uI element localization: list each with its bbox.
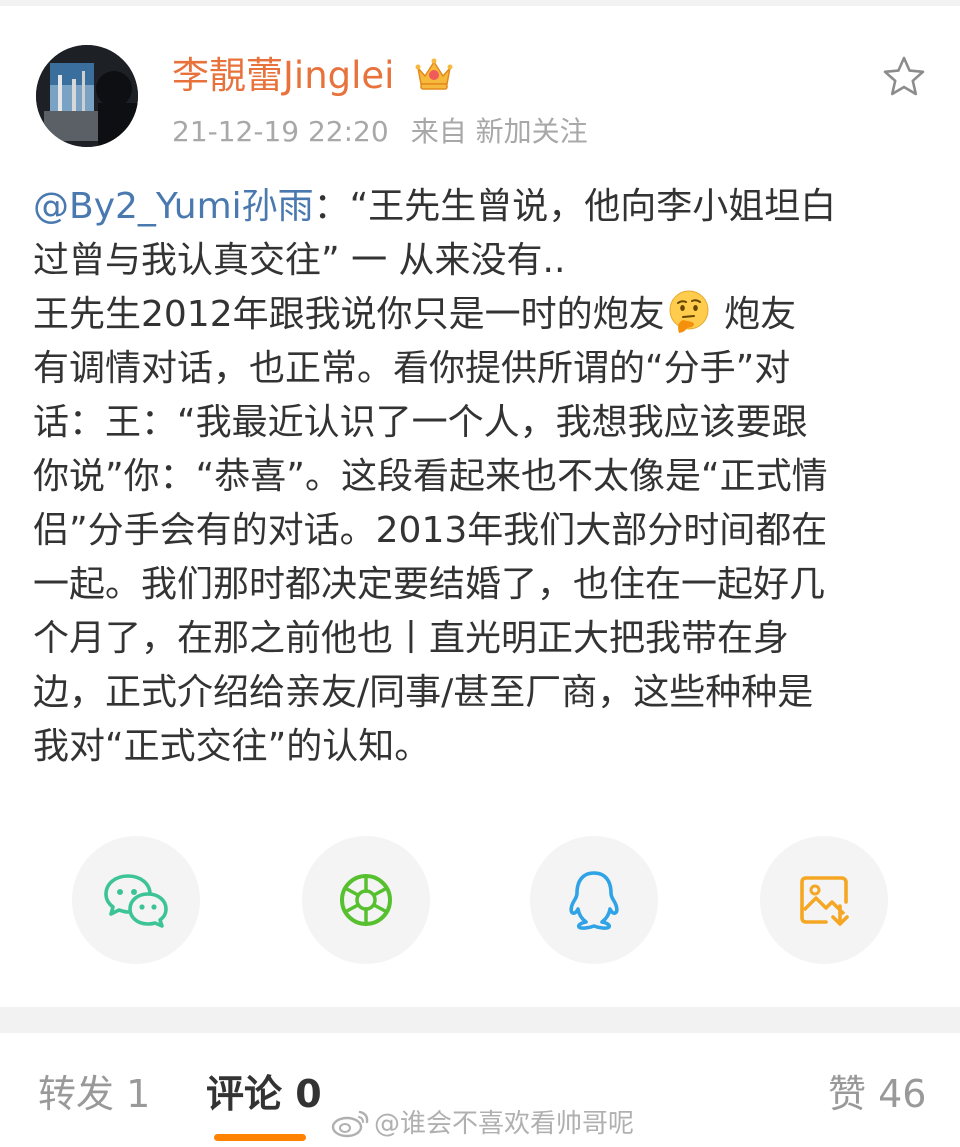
vip-crown-icon	[415, 58, 453, 90]
post-line: 过曾与我认真交往” 一 从来没有..	[33, 240, 566, 281]
weibo-logo-icon	[331, 1110, 369, 1138]
post-meta: 21-12-19 22:20 来自 新加关注	[172, 112, 610, 152]
avatar[interactable]	[36, 45, 138, 147]
save-image-icon	[800, 876, 849, 926]
post-line: 边，正式介绍给亲友/同事/甚至厂商，这些种种是	[33, 672, 814, 713]
mention-link[interactable]: @By2_Yumi孙雨	[33, 186, 314, 227]
post-line: 有调情对话，也正常。看你提供所谓的“分手”对	[33, 348, 791, 389]
wechat-icon	[104, 874, 168, 928]
favorite-star-icon[interactable]	[880, 54, 928, 100]
thinking-face-emoji-icon	[669, 290, 709, 333]
top-strip	[0, 0, 960, 6]
section-divider	[0, 1007, 960, 1033]
post-line: 个月了，在那之前他也丨直光明正大把我带在身	[33, 618, 790, 659]
qq-icon	[569, 871, 619, 930]
share-moments-button[interactable]	[302, 836, 430, 964]
share-qq-button[interactable]	[530, 836, 658, 964]
post-line: 我对“正式交往”的认知。	[33, 726, 431, 767]
avatar-image	[36, 45, 138, 147]
post-line: 一起。我们那时都决定要结婚了，也住在一起好几	[33, 564, 826, 605]
post-line: 话：王：“我最近认识了一个人，我想我应该要跟	[33, 402, 808, 443]
watermark: @谁会不喜欢看帅哥呢	[330, 1106, 634, 1142]
tab-comment[interactable]: 评论 0	[206, 1066, 322, 1122]
tab-repost[interactable]: 转发 1	[38, 1066, 150, 1122]
post-line: 你说”你：“恭喜”。这段看起来也不太像是“正式情	[33, 456, 828, 497]
post-line: 王先生2012年跟我说你只是一时的炮友 炮友	[33, 288, 933, 342]
active-tab-indicator	[214, 1134, 306, 1141]
post-text: ：“王先生曾说，他向李小姐坦白	[313, 186, 837, 227]
save-image-button[interactable]	[760, 836, 888, 964]
post-line: @By2_Yumi孙雨：“王先生曾说，他向李小姐坦白	[33, 180, 933, 234]
post-text: 炮友	[712, 294, 797, 335]
watermark-text: @谁会不喜欢看帅哥呢	[374, 1109, 635, 1139]
post-timestamp: 21-12-19 22:20	[172, 115, 389, 148]
tab-like[interactable]: 赞 46	[828, 1066, 926, 1122]
moments-icon	[340, 874, 392, 926]
post-body: @By2_Yumi孙雨：“王先生曾说，他向李小姐坦白 过曾与我认真交往” 一 从…	[33, 180, 933, 774]
share-wechat-button[interactable]	[72, 836, 200, 964]
author-name[interactable]: 李靚蕾Jinglei	[172, 50, 394, 102]
post-text: 王先生2012年跟我说你只是一时的炮友	[33, 294, 665, 335]
post-source: 来自 新加关注	[410, 115, 588, 148]
post-line: 侣”分手会有的对话。2013年我们大部分时间都在	[33, 510, 828, 551]
